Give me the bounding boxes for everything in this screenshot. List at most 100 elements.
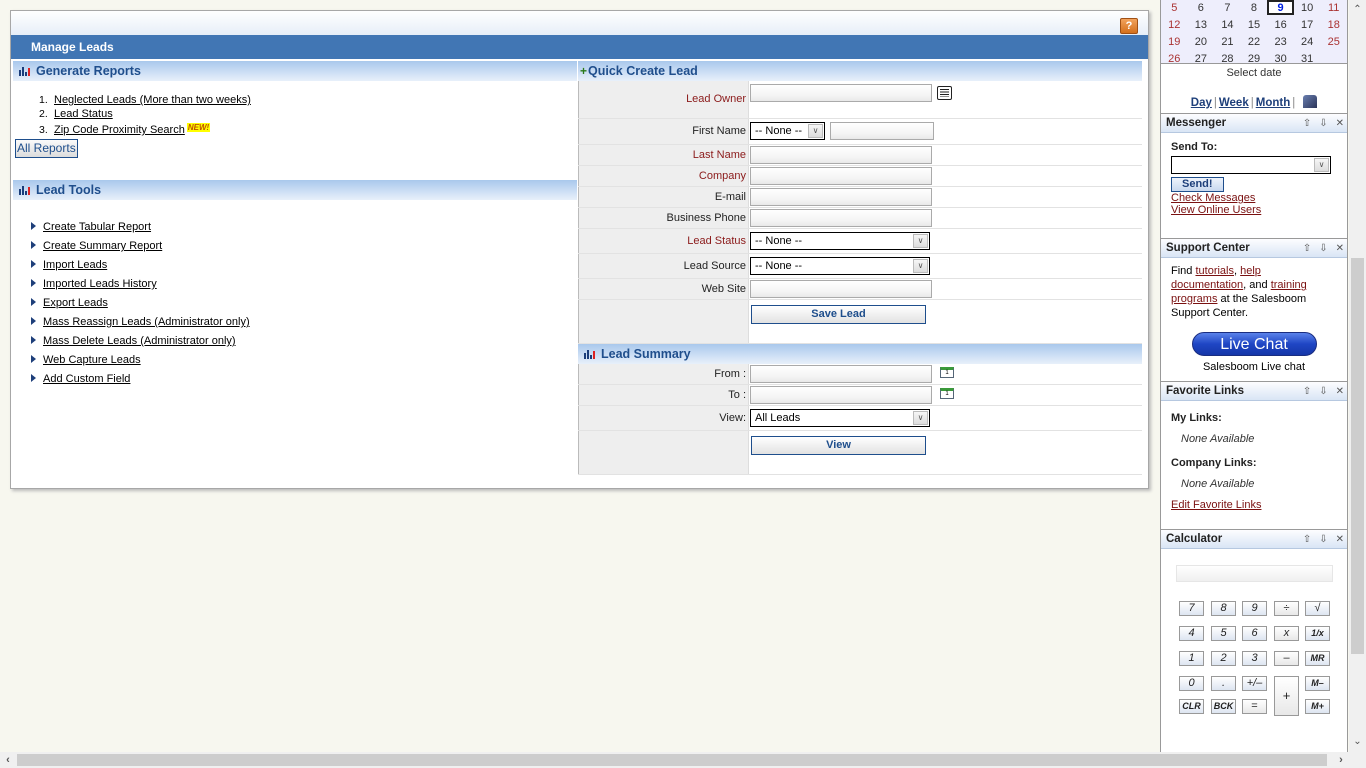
horizontal-scroll-thumb[interactable]	[17, 754, 1327, 766]
calc-key-1[interactable]: 1	[1179, 651, 1204, 666]
calendar-day[interactable]: 13	[1188, 17, 1215, 34]
tool-link-create-summary-report[interactable]: Create Summary Report	[43, 240, 162, 252]
lead-status-select[interactable]: -- None -- ∨	[750, 231, 930, 250]
tool-link-create-tabular-report[interactable]: Create Tabular Report	[43, 221, 151, 233]
to-date-input[interactable]	[750, 386, 932, 404]
vertical-scrollbar[interactable]: ⌃ ⌄	[1349, 0, 1366, 752]
calc-key-9[interactable]: 9	[1242, 601, 1267, 616]
move-down-icon[interactable]: ⇩	[1319, 118, 1327, 129]
salutation-select[interactable]: -- None -- ∨	[750, 122, 825, 140]
tool-link-imported-leads-history[interactable]: Imported Leads History	[43, 278, 157, 290]
send-button[interactable]: Send!	[1171, 177, 1224, 192]
move-up-icon[interactable]: ⇧	[1303, 534, 1311, 545]
scroll-right-icon[interactable]: ›	[1333, 752, 1349, 768]
close-icon[interactable]: ✕	[1336, 118, 1344, 129]
scroll-left-icon[interactable]: ‹	[0, 752, 16, 768]
calc-key-6[interactable]: 6	[1242, 626, 1267, 641]
calendar-day[interactable]: 12	[1161, 17, 1188, 34]
calendar-day-today[interactable]: 9	[1267, 0, 1294, 15]
calc-key-subtract[interactable]: –	[1274, 651, 1299, 666]
move-down-icon[interactable]: ⇩	[1319, 534, 1327, 545]
calendar-day[interactable]: 5	[1161, 0, 1188, 17]
calc-key-memory-recall[interactable]: MR	[1305, 651, 1330, 666]
calendar-day[interactable]: 14	[1214, 17, 1241, 34]
view-button[interactable]: View	[751, 436, 926, 455]
email-input[interactable]	[750, 187, 932, 206]
calendar-day[interactable]: 16	[1267, 17, 1294, 34]
calc-key-clear[interactable]: CLR	[1179, 699, 1204, 714]
calendar-day[interactable]: 11	[1320, 0, 1347, 17]
close-icon[interactable]: ✕	[1336, 534, 1344, 545]
view-select[interactable]: All Leads ∨	[750, 409, 930, 427]
save-lead-button[interactable]: Save Lead	[751, 304, 926, 324]
calendar-day[interactable]: 29	[1241, 51, 1268, 68]
calc-key-backspace[interactable]: BCK	[1211, 699, 1236, 714]
lead-source-select[interactable]: -- None -- ∨	[750, 256, 930, 275]
calc-key-7[interactable]: 7	[1179, 601, 1204, 616]
calendar-day[interactable]: 22	[1241, 34, 1268, 51]
move-up-icon[interactable]: ⇧	[1303, 386, 1311, 397]
send-to-select[interactable]: ∨	[1171, 156, 1331, 174]
calc-key-decimal[interactable]: .	[1211, 676, 1236, 691]
tool-link-export-leads[interactable]: Export Leads	[43, 297, 108, 309]
all-reports-button[interactable]: All Reports	[15, 139, 78, 158]
calc-key-equals[interactable]: =	[1242, 699, 1267, 714]
calendar-day[interactable]: 18	[1320, 17, 1347, 34]
calendar-day[interactable]: 6	[1188, 0, 1215, 17]
calc-key-0[interactable]: 0	[1179, 676, 1204, 691]
calendar-day[interactable]: 24	[1294, 34, 1321, 51]
calendar-day[interactable]: 20	[1188, 34, 1215, 51]
from-date-input[interactable]	[750, 364, 932, 383]
calendar-day[interactable]: 10	[1294, 0, 1321, 17]
web-site-input[interactable]	[750, 279, 932, 298]
move-up-icon[interactable]: ⇧	[1303, 243, 1311, 254]
live-chat-button[interactable]: Live Chat	[1191, 332, 1317, 356]
calendar-icon[interactable]: 1	[940, 366, 954, 378]
move-up-icon[interactable]: ⇧	[1303, 118, 1311, 129]
group-calendar-icon[interactable]	[1303, 95, 1318, 108]
calc-key-divide[interactable]: ÷	[1274, 601, 1299, 616]
lookup-list-icon[interactable]	[937, 86, 952, 100]
calc-key-4[interactable]: 4	[1179, 626, 1204, 641]
calendar-day[interactable]: 27	[1188, 51, 1215, 68]
first-name-input[interactable]	[830, 122, 935, 140]
calc-key-multiply[interactable]: x	[1274, 626, 1299, 641]
lead-owner-input[interactable]	[750, 84, 932, 102]
calendar-day[interactable]: 19	[1161, 34, 1188, 51]
close-icon[interactable]: ✕	[1336, 386, 1344, 397]
calendar-day[interactable]: 8	[1241, 0, 1268, 17]
business-phone-input[interactable]	[750, 208, 932, 227]
calc-key-sqrt[interactable]: √	[1305, 601, 1330, 616]
calc-key-negate[interactable]: +/–	[1242, 676, 1267, 691]
scroll-down-icon[interactable]: ⌄	[1349, 734, 1366, 750]
tool-link-import-leads[interactable]: Import Leads	[43, 259, 107, 271]
check-messages-link[interactable]: Check Messages	[1171, 192, 1255, 204]
last-name-input[interactable]	[750, 145, 932, 164]
calendar-day[interactable]: 17	[1294, 17, 1321, 34]
calc-key-2[interactable]: 2	[1211, 651, 1236, 666]
report-link-lead-status[interactable]: Lead Status	[54, 108, 113, 120]
calc-key-8[interactable]: 8	[1211, 601, 1236, 616]
calendar-icon[interactable]: 1	[940, 388, 954, 399]
calc-key-5[interactable]: 5	[1211, 626, 1236, 641]
report-link-neglected-leads[interactable]: Neglected Leads (More than two weeks)	[54, 94, 251, 106]
horizontal-scrollbar[interactable]: ‹ ›	[0, 752, 1349, 768]
calendar-day[interactable]: 15	[1241, 17, 1268, 34]
calc-key-memory-minus[interactable]: M–	[1305, 676, 1330, 691]
calendar-day[interactable]: 28	[1214, 51, 1241, 68]
day-view-link[interactable]: Day	[1191, 97, 1212, 109]
scroll-up-icon[interactable]: ⌃	[1349, 2, 1366, 18]
calendar-day[interactable]: 25	[1320, 34, 1347, 51]
calendar-day[interactable]: 7	[1214, 0, 1241, 17]
report-link-zip-code-proximity[interactable]: Zip Code Proximity Search	[54, 124, 185, 136]
calc-key-add[interactable]: +	[1274, 676, 1299, 716]
calendar-day[interactable]: 21	[1214, 34, 1241, 51]
week-view-link[interactable]: Week	[1219, 97, 1249, 109]
view-online-users-link[interactable]: View Online Users	[1171, 204, 1261, 216]
calendar-day[interactable]: 30	[1267, 51, 1294, 68]
close-icon[interactable]: ✕	[1336, 243, 1344, 254]
calc-key-3[interactable]: 3	[1242, 651, 1267, 666]
vertical-scroll-thumb[interactable]	[1351, 258, 1364, 654]
move-down-icon[interactable]: ⇩	[1319, 386, 1327, 397]
tool-link-mass-reassign-leads[interactable]: Mass Reassign Leads (Administrator only)	[43, 316, 250, 328]
